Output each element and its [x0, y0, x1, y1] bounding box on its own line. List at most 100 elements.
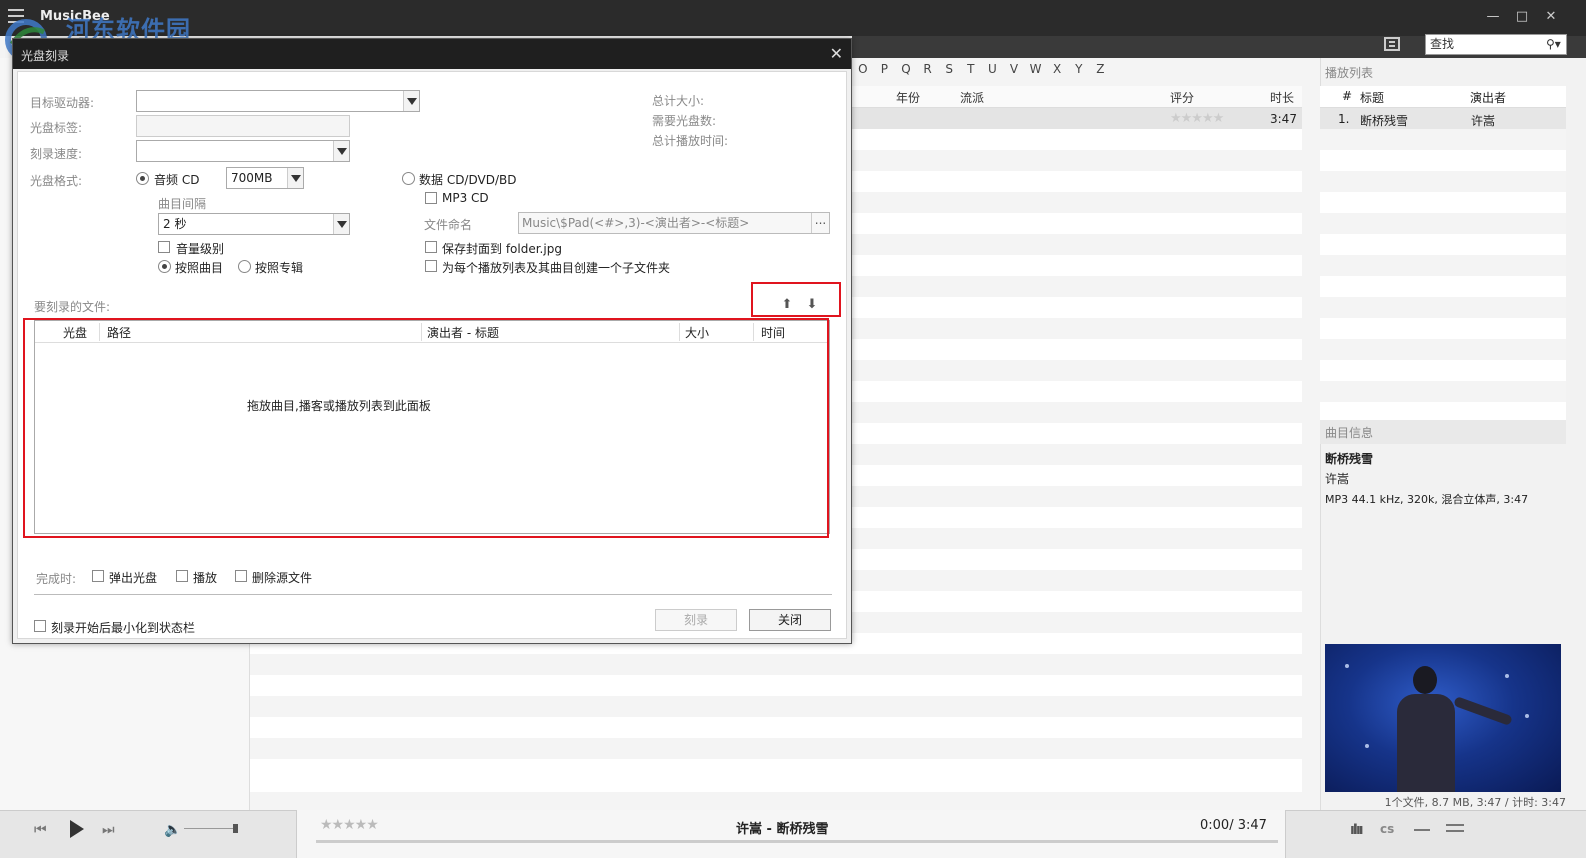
- burn-disc-dialog: 光盘刻录 ✕ 目标驱动器: 光盘标签: 刻录速度: 光盘格式: 音频 CD 70…: [12, 38, 852, 644]
- alpha-letter[interactable]: O: [852, 62, 874, 82]
- alpha-letter[interactable]: Y: [1068, 62, 1090, 82]
- chevron-down-icon[interactable]: [333, 141, 349, 161]
- burn-speed-select[interactable]: [136, 140, 350, 162]
- volume-slider-handle[interactable]: [233, 824, 239, 833]
- alpha-letter[interactable]: Q: [895, 62, 917, 82]
- chevron-down-icon[interactable]: [333, 214, 349, 234]
- close-button[interactable]: 关闭: [749, 609, 831, 631]
- save-cover-checkbox[interactable]: [425, 241, 437, 253]
- audio-size-select[interactable]: 700MB: [226, 167, 304, 189]
- scrobble-icon[interactable]: cs: [1380, 822, 1394, 836]
- alpha-letter[interactable]: U: [982, 62, 1004, 82]
- eject-checkbox[interactable]: [92, 570, 104, 582]
- equalizer-icon[interactable]: ıIıı: [1350, 822, 1364, 838]
- next-track-icon[interactable]: ⏭: [102, 822, 115, 838]
- hamburger-menu-icon[interactable]: [8, 9, 24, 23]
- list-item: [1320, 339, 1566, 360]
- alpha-letter[interactable]: V: [1003, 62, 1025, 82]
- column-header-genre[interactable]: 流派: [960, 89, 984, 106]
- volume-level-checkbox[interactable]: [158, 241, 170, 253]
- app-title[interactable]: MusicBee: [40, 9, 110, 24]
- column-header-path[interactable]: 路径: [107, 324, 131, 341]
- file-naming-input[interactable]: Music\$Pad(<#>,3)-<演出者>-<标题> ...: [518, 212, 830, 234]
- close-window-icon[interactable]: ✕: [1544, 10, 1558, 24]
- previous-track-icon[interactable]: ⏮: [34, 822, 47, 838]
- track-info-label: 曲目信息: [1320, 420, 1566, 444]
- target-drive-label: 目标驱动器:: [30, 96, 95, 110]
- alpha-letter[interactable]: T: [960, 62, 982, 82]
- alpha-letter[interactable]: P: [874, 62, 896, 82]
- disc-label-input[interactable]: [136, 115, 350, 137]
- data-disc-radio[interactable]: [402, 172, 415, 185]
- list-item: [1320, 255, 1566, 276]
- play-checkbox[interactable]: [176, 570, 188, 582]
- delete-source-checkbox[interactable]: [235, 570, 247, 582]
- list-item: [1320, 381, 1566, 402]
- table-row: [250, 696, 1302, 717]
- volume-slider[interactable]: [184, 828, 238, 829]
- browse-button[interactable]: ...: [811, 213, 829, 233]
- alpha-letter[interactable]: S: [938, 62, 960, 82]
- files-to-burn-list[interactable]: 光盘 路径 演出者 - 标题 大小 时间 拖放曲目,播客或播放列表到此面板: [34, 320, 830, 534]
- alpha-letter[interactable]: X: [1046, 62, 1068, 82]
- by-track-radio[interactable]: [158, 260, 171, 273]
- layout-grid-icon[interactable]: [1384, 37, 1400, 51]
- audio-cd-radio[interactable]: [136, 172, 149, 185]
- column-header-artist[interactable]: 演出者: [1470, 89, 1506, 106]
- playlist-view-icon[interactable]: [1446, 824, 1464, 826]
- column-header-title[interactable]: 标题: [1360, 89, 1384, 106]
- table-row: [250, 717, 1302, 738]
- track-rating[interactable]: ★★★★★: [1170, 111, 1224, 126]
- column-header-artist-title[interactable]: 演出者 - 标题: [427, 324, 499, 341]
- move-up-icon[interactable]: ⬆: [780, 298, 794, 312]
- column-header-number[interactable]: #: [1342, 89, 1352, 103]
- chevron-down-icon[interactable]: [287, 168, 303, 188]
- column-header-rating[interactable]: 评分: [1170, 89, 1194, 106]
- minimize-window-icon[interactable]: —: [1486, 10, 1500, 24]
- volume-icon: 🔈: [164, 822, 182, 838]
- list-item[interactable]: [1320, 108, 1566, 129]
- by-album-label: 按照专辑: [255, 261, 304, 275]
- playback-progress-bar[interactable]: [316, 840, 1278, 843]
- alpha-letter[interactable]: R: [917, 62, 939, 82]
- playlist-item-title: 断桥残雪: [1360, 114, 1409, 128]
- title-bar: MusicBee: [0, 0, 1586, 36]
- move-down-icon[interactable]: ⬇: [805, 298, 819, 312]
- track-info-format: MP3 44.1 kHz, 320k, 混合立体声, 3:47: [1325, 493, 1529, 506]
- column-header-time[interactable]: 时间: [761, 324, 785, 341]
- dialog-close-icon[interactable]: ✕: [830, 44, 843, 63]
- track-info-title: 断桥残雪: [1325, 452, 1374, 466]
- chevron-down-icon[interactable]: [403, 91, 419, 111]
- search-input[interactable]: 查找 ⚲▾: [1425, 34, 1567, 55]
- maximize-window-icon[interactable]: □: [1515, 10, 1529, 24]
- track-duration: 3:47: [1270, 112, 1297, 126]
- by-album-radio[interactable]: [238, 260, 251, 273]
- track-info-artist: 许嵩: [1325, 472, 1350, 486]
- alpha-letter[interactable]: Z: [1090, 62, 1112, 82]
- disc-label-label: 光盘标签:: [30, 121, 83, 135]
- minimize-player-icon[interactable]: [1414, 829, 1430, 831]
- playlist-rows[interactable]: [1320, 108, 1566, 420]
- now-playing-rating[interactable]: ★★★★★: [320, 817, 379, 833]
- minimize-checkbox[interactable]: [34, 620, 46, 632]
- now-playing-time: 0:00/ 3:47: [1200, 818, 1267, 833]
- mp3-cd-label: MP3 CD: [442, 191, 489, 205]
- column-header-duration[interactable]: 时长: [1270, 89, 1294, 106]
- column-header-disc[interactable]: 光盘: [63, 324, 87, 341]
- alpha-letter[interactable]: W: [1025, 62, 1047, 82]
- subfolder-checkbox[interactable]: [425, 260, 437, 272]
- volume-level-label: 音量级别: [176, 242, 225, 256]
- play-icon[interactable]: [70, 820, 84, 838]
- column-header-size[interactable]: 大小: [685, 324, 709, 341]
- files-list-header: 光盘 路径 演出者 - 标题 大小 时间: [35, 321, 829, 343]
- list-item: [1320, 318, 1566, 339]
- files-to-burn-label: 要刻录的文件:: [34, 300, 111, 314]
- data-disc-label: 数据 CD/DVD/BD: [419, 173, 517, 187]
- search-icon[interactable]: ⚲▾: [1546, 37, 1562, 52]
- track-gap-select[interactable]: 2 秒: [158, 213, 350, 235]
- playlist-header: # 标题 演出者: [1320, 86, 1566, 108]
- mp3-cd-checkbox[interactable]: [425, 192, 437, 204]
- column-header-year[interactable]: 年份: [896, 89, 920, 106]
- burn-button[interactable]: 刻录: [655, 609, 737, 631]
- target-drive-select[interactable]: [136, 90, 420, 112]
